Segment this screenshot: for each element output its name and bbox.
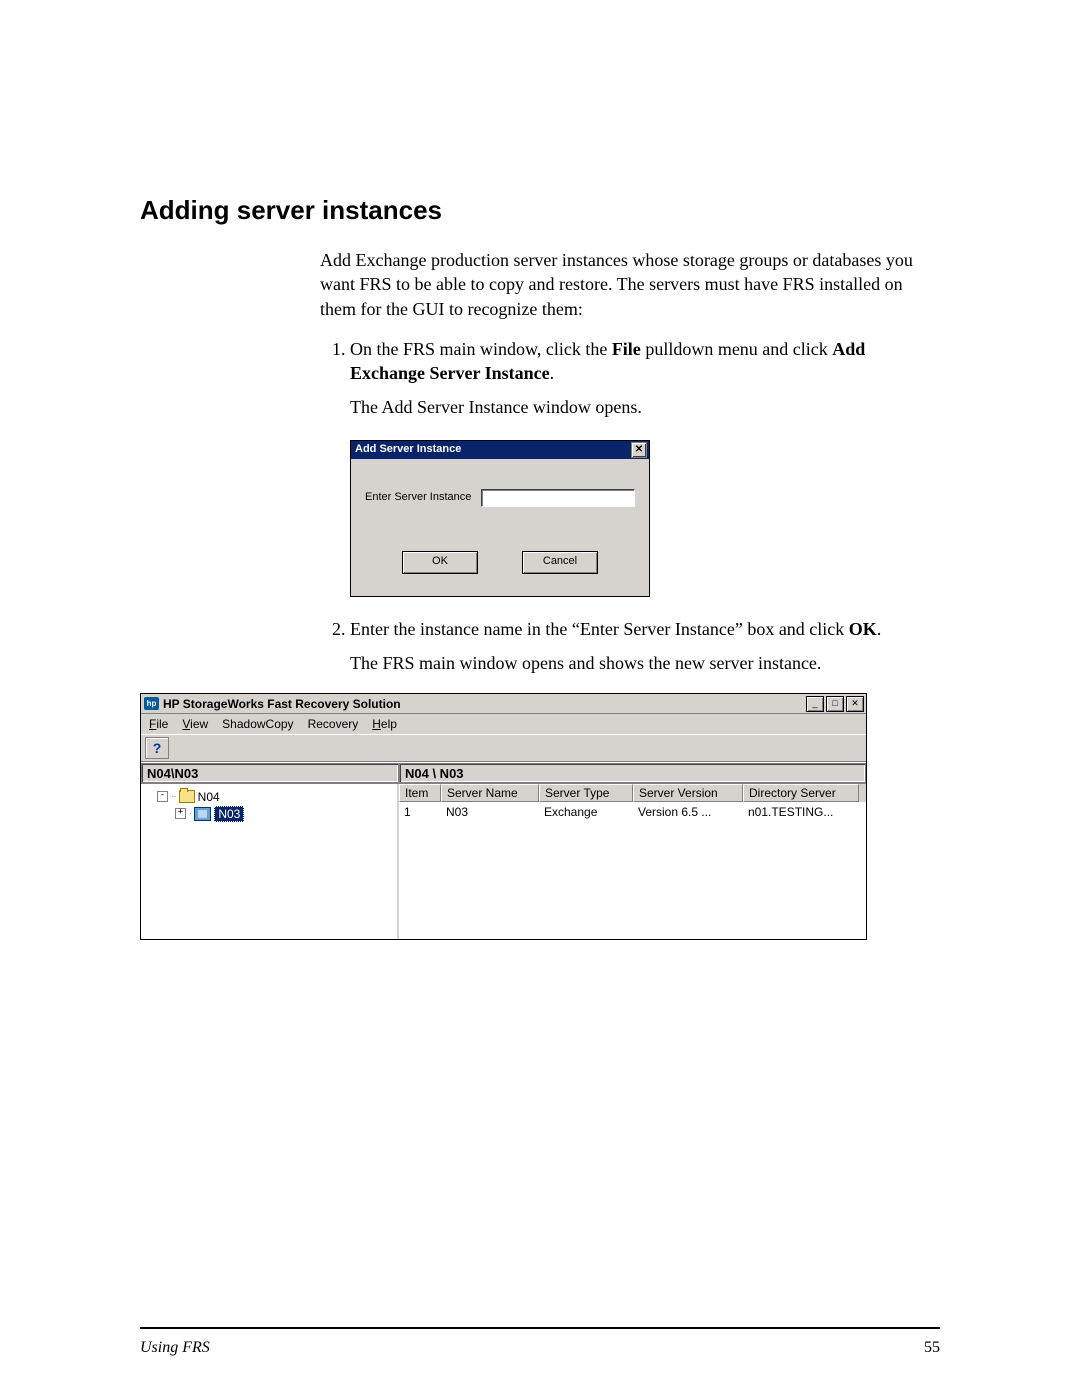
list-pane[interactable]: Item Server Name Server Type Server Vers… (399, 784, 866, 939)
section-heading: Adding server instances (140, 195, 940, 226)
tree-root-row[interactable]: - ·· N04 (147, 788, 391, 805)
toolbar: ? (141, 734, 866, 762)
tree-child-row[interactable]: + · N03 (147, 805, 391, 822)
document-page: Adding server instances Add Exchange pro… (0, 0, 1080, 1397)
tree-connector: · (189, 808, 191, 819)
step2-text-a: Enter the instance name in the “Enter Se… (350, 619, 849, 639)
tree-root-label: N04 (198, 790, 220, 804)
cell-version: Version 6.5 ... (633, 804, 743, 820)
menu-view[interactable]: View (182, 717, 208, 731)
step1-text-b: pulldown menu and click (641, 339, 832, 359)
hp-logo-icon: hp (144, 697, 159, 710)
cell-item: 1 (399, 804, 441, 820)
menu-bar: File View ShadowCopy Recovery Help (141, 714, 866, 734)
server-instance-label: Enter Server Instance (365, 490, 471, 505)
cell-dir: n01.TESTING... (743, 804, 859, 820)
cell-type: Exchange (539, 804, 633, 820)
dialog-figure: Add Server Instance ✕ Enter Server Insta… (350, 440, 940, 597)
tree-connector: ·· (171, 791, 176, 802)
menu-help[interactable]: Help (372, 717, 397, 731)
dialog-buttons: OK Cancel (365, 551, 635, 574)
list-header: Item Server Name Server Type Server Vers… (399, 784, 866, 802)
collapse-icon[interactable]: - (157, 791, 168, 802)
help-icon[interactable]: ? (145, 737, 169, 759)
col-server-version[interactable]: Server Version (633, 784, 743, 802)
step1-bold-file: File (612, 339, 641, 359)
close-icon[interactable]: ✕ (846, 696, 864, 712)
path-right: N04 \ N03 (399, 763, 866, 783)
dialog-row: Enter Server Instance (365, 489, 635, 507)
server-icon (194, 807, 211, 821)
dialog-body: Enter Server Instance OK Cancel (351, 459, 649, 596)
window-buttons: _ □ ✕ (806, 696, 864, 712)
path-left: N04\N03 (141, 763, 399, 783)
intro-paragraph: Add Exchange production server instances… (320, 248, 940, 321)
path-bar: N04\N03 N04 \ N03 (141, 762, 866, 783)
cancel-button[interactable]: Cancel (522, 551, 598, 574)
steps-list: On the FRS main window, click the File p… (320, 337, 940, 675)
step1-text-c: . (550, 363, 555, 383)
table-row[interactable]: 1 N03 Exchange Version 6.5 ... n01.TESTI… (399, 802, 866, 820)
minimize-icon[interactable]: _ (806, 696, 824, 712)
footer-page-number: 55 (924, 1339, 940, 1357)
close-icon[interactable]: ✕ (631, 442, 647, 458)
server-instance-input[interactable] (481, 489, 635, 507)
step-1: On the FRS main window, click the File p… (350, 337, 940, 597)
step2-text-b: . (877, 619, 882, 639)
menu-shadowcopy[interactable]: ShadowCopy (222, 717, 293, 731)
expand-icon[interactable]: + (175, 808, 186, 819)
frs-main-window: hp HP StorageWorks Fast Recovery Solutio… (140, 693, 867, 940)
step2-bold-ok: OK (849, 619, 877, 639)
footer-rule (140, 1327, 940, 1329)
col-server-type[interactable]: Server Type (539, 784, 633, 802)
dialog-title: Add Server Instance (355, 442, 461, 457)
step1-result: The Add Server Instance window opens. (350, 395, 940, 419)
step1-text-a: On the FRS main window, click the (350, 339, 612, 359)
page-footer: Using FRS 55 (140, 1339, 940, 1357)
footer-section: Using FRS (140, 1339, 210, 1357)
window-titlebar[interactable]: hp HP StorageWorks Fast Recovery Solutio… (141, 694, 866, 714)
tree-child-label: N03 (214, 806, 244, 822)
folder-icon (179, 790, 195, 803)
cell-name: N03 (441, 804, 539, 820)
add-server-instance-dialog: Add Server Instance ✕ Enter Server Insta… (350, 440, 650, 597)
step2-result: The FRS main window opens and shows the … (350, 651, 940, 675)
menu-file[interactable]: File (149, 717, 168, 731)
col-server-name[interactable]: Server Name (441, 784, 539, 802)
col-item[interactable]: Item (399, 784, 441, 802)
maximize-icon[interactable]: □ (826, 696, 844, 712)
split-pane: - ·· N04 + · N03 Item Server Name Server… (141, 783, 866, 939)
ok-button[interactable]: OK (402, 551, 478, 574)
titlebar-left: hp HP StorageWorks Fast Recovery Solutio… (144, 697, 401, 711)
col-directory-server[interactable]: Directory Server (743, 784, 859, 802)
tree-pane[interactable]: - ·· N04 + · N03 (141, 784, 399, 939)
menu-recovery[interactable]: Recovery (308, 717, 359, 731)
step-2: Enter the instance name in the “Enter Se… (350, 617, 940, 676)
dialog-titlebar[interactable]: Add Server Instance ✕ (351, 441, 649, 459)
window-title: HP StorageWorks Fast Recovery Solution (163, 697, 401, 711)
